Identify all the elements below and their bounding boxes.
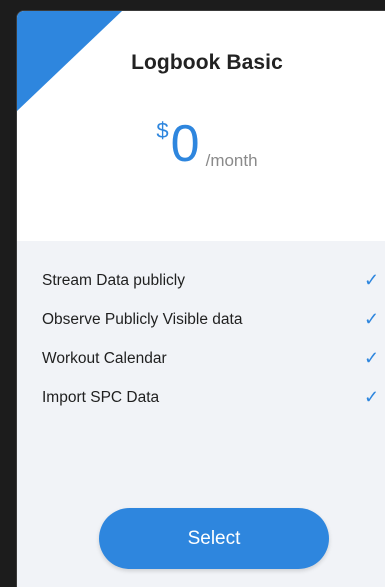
pricing-card-header: Logbook Basic $0/month — [17, 11, 385, 241]
feature-label: Workout Calendar — [42, 350, 167, 367]
pricing-card: Logbook Basic $0/month Stream Data publi… — [16, 10, 385, 587]
check-icon: ✓ — [364, 348, 380, 368]
feature-label: Import SPC Data — [42, 389, 160, 406]
select-button[interactable]: Select — [99, 508, 329, 569]
page-background: Logbook Basic $0/month Stream Data publi… — [0, 0, 385, 587]
feature-label: Observe Publicly Visible data — [42, 311, 243, 328]
feature-item: Import SPC Data ✓ — [42, 378, 385, 417]
check-icon: ✓ — [364, 387, 380, 407]
feature-label: Stream Data publicly — [42, 272, 186, 289]
feature-list: Stream Data publicly ✓ Observe Publicly … — [42, 261, 385, 417]
plan-title: Logbook Basic — [131, 51, 283, 74]
price-amount: 0 — [170, 115, 200, 173]
feature-item: Observe Publicly Visible data ✓ — [42, 300, 385, 339]
check-icon: ✓ — [364, 309, 380, 329]
feature-item: Stream Data publicly ✓ — [42, 261, 385, 300]
plan-price: $0/month — [17, 114, 385, 174]
check-icon: ✓ — [364, 270, 380, 290]
price-currency: $ — [156, 118, 169, 143]
feature-item: Workout Calendar ✓ — [42, 339, 385, 378]
price-period: /month — [205, 151, 258, 170]
